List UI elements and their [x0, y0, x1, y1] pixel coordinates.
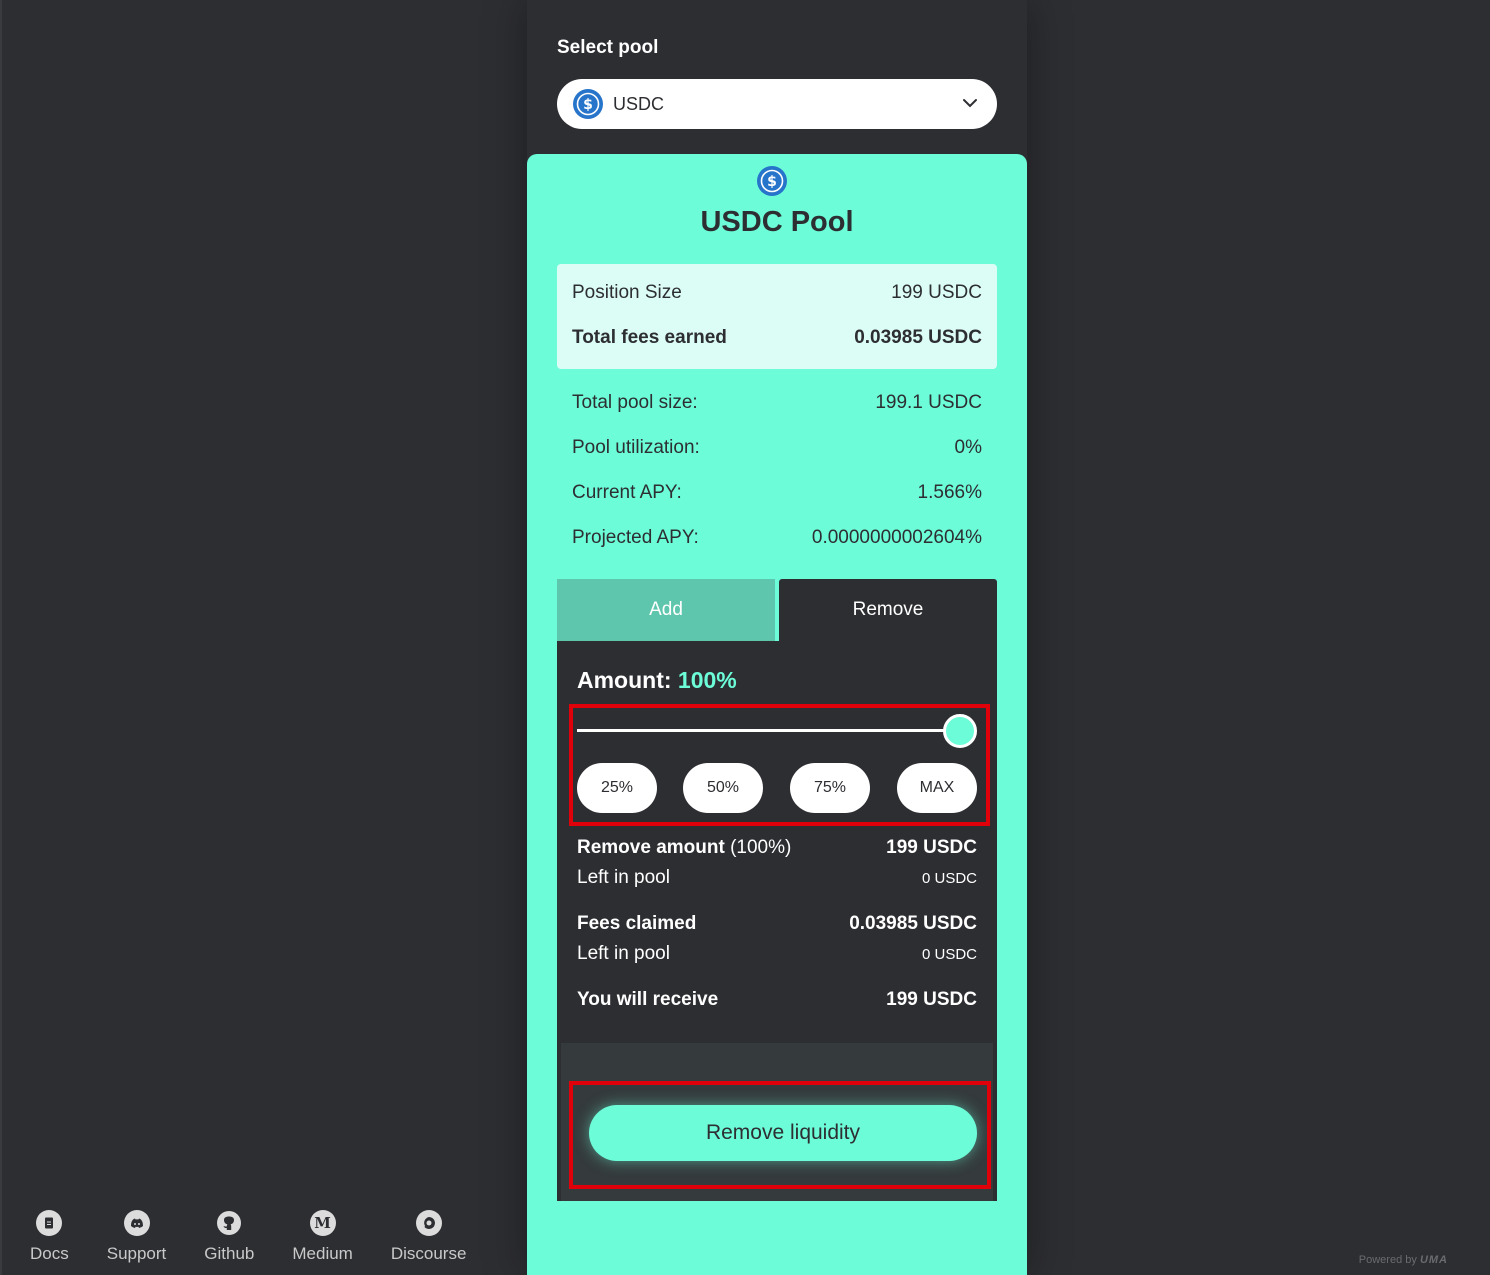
- pool-select-dropdown[interactable]: $ USDC: [557, 79, 997, 129]
- stat-row: Total pool size: 199.1 USDC: [572, 392, 982, 414]
- pool-title: USDC Pool: [700, 206, 854, 238]
- action-footer: Remove liquidity: [561, 1043, 993, 1201]
- remove-amount-value: 199 USDC: [886, 837, 977, 858]
- stat-label: Pool utilization:: [572, 437, 700, 458]
- medium-icon: M: [309, 1210, 336, 1236]
- footer-link-label: Support: [106, 1244, 167, 1263]
- fees-left-value: 0 USDC: [921, 945, 977, 963]
- receive-value: 199 USDC: [886, 989, 977, 1010]
- fees-earned-value: 0.03985 USDC: [854, 327, 982, 348]
- usdc-coin-icon: $: [757, 166, 787, 196]
- stat-value: 199.1 USDC: [875, 392, 982, 413]
- discord-icon: [123, 1210, 150, 1236]
- footer-links: Docs Support Github M Medium Discourse: [30, 1210, 504, 1264]
- svg-text:$: $: [767, 174, 777, 190]
- fees-earned-row: Total fees earned 0.03985 USDC: [572, 327, 982, 349]
- position-size-row: Position Size 199 USDC: [572, 282, 982, 304]
- stat-label: Projected APY:: [572, 527, 699, 548]
- svg-text:$: $: [583, 97, 593, 113]
- position-summary: Position Size 199 USDC Total fees earned…: [557, 264, 997, 369]
- docs-icon: [36, 1210, 63, 1236]
- fees-claimed-label: Fees claimed: [577, 913, 697, 934]
- left-in-pool-label: Left in pool: [577, 867, 670, 888]
- select-pool-label: Select pool: [557, 37, 659, 58]
- footer-link-discourse[interactable]: Discourse: [390, 1210, 467, 1264]
- fees-left-label: Left in pool: [577, 943, 670, 964]
- usdc-coin-icon: $: [573, 89, 603, 119]
- stat-value: 0%: [954, 437, 982, 458]
- footer-link-github[interactable]: Github: [204, 1210, 254, 1264]
- preset-max-button[interactable]: MAX: [897, 763, 977, 813]
- amount-percent: 100%: [677, 667, 737, 693]
- stat-label: Current APY:: [572, 482, 682, 503]
- window-edge: [0, 0, 2, 1275]
- left-in-pool-value: 0 USDC: [921, 869, 977, 887]
- fees-claimed-row: Fees claimed 0.03985 USDC: [577, 913, 977, 935]
- footer-link-label: Discourse: [390, 1244, 467, 1263]
- remove-amount-row: Remove amount (100%) 199 USDC: [577, 837, 977, 859]
- uma-logo: UMA: [1419, 1254, 1448, 1266]
- remove-amount-percent: (100%): [730, 837, 792, 858]
- stat-value: 0.0000000002604%: [811, 527, 982, 548]
- tab-add[interactable]: Add: [557, 579, 775, 641]
- pool-card: $ USDC Pool Position Size 199 USDC Total…: [527, 154, 1027, 1275]
- github-icon: [216, 1210, 243, 1236]
- preset-75-button[interactable]: 75%: [790, 763, 870, 813]
- preset-50-button[interactable]: 50%: [683, 763, 763, 813]
- footer-link-docs[interactable]: Docs: [30, 1210, 69, 1264]
- powered-by: Powered by UMA: [1359, 1254, 1448, 1266]
- amount-slider-track[interactable]: [577, 729, 959, 732]
- position-size-value: 199 USDC: [891, 282, 982, 303]
- fees-left-in-pool-row: Left in pool 0 USDC: [577, 943, 977, 965]
- liquidity-tabs: Add Remove: [557, 579, 997, 641]
- amount-heading: Amount: 100%: [577, 667, 737, 694]
- left-in-pool-row: Left in pool 0 USDC: [577, 867, 977, 889]
- preset-25-button[interactable]: 25%: [577, 763, 657, 813]
- receive-label: You will receive: [577, 989, 719, 1010]
- remove-liquidity-button[interactable]: Remove liquidity: [589, 1105, 977, 1161]
- chevron-down-icon: [963, 99, 977, 108]
- tab-remove[interactable]: Remove: [779, 579, 997, 641]
- footer-link-label: Github: [204, 1244, 255, 1263]
- fees-claimed-value: 0.03985 USDC: [849, 913, 977, 934]
- pool-select-value: USDC: [613, 93, 665, 114]
- position-size-label: Position Size: [572, 282, 682, 303]
- stat-row: Projected APY: 0.0000000002604%: [572, 527, 982, 549]
- remove-panel: Amount: 100% 25% 50% 75% MAX Remove amou…: [557, 641, 997, 1201]
- footer-link-medium[interactable]: M Medium: [292, 1210, 353, 1264]
- main-column: Select pool $ USDC $ USDC Pool Position …: [527, 0, 1027, 1275]
- stat-row: Pool utilization: 0%: [572, 437, 982, 459]
- stat-label: Total pool size:: [572, 392, 698, 413]
- footer-link-label: Medium: [292, 1244, 353, 1263]
- discourse-icon: [415, 1210, 442, 1236]
- receive-row: You will receive 199 USDC: [577, 989, 977, 1011]
- amount-slider-thumb[interactable]: [943, 714, 977, 748]
- amount-label: Amount:: [577, 667, 672, 693]
- powered-by-label: Powered by: [1358, 1254, 1417, 1266]
- stat-row: Current APY: 1.566%: [572, 482, 982, 504]
- footer-link-support[interactable]: Support: [106, 1210, 167, 1264]
- footer-link-label: Docs: [30, 1244, 69, 1263]
- remove-amount-label-group: Remove amount (100%): [577, 837, 791, 859]
- stat-value: 1.566%: [917, 482, 982, 503]
- fees-earned-label: Total fees earned: [572, 327, 727, 348]
- remove-amount-label: Remove amount: [577, 837, 725, 858]
